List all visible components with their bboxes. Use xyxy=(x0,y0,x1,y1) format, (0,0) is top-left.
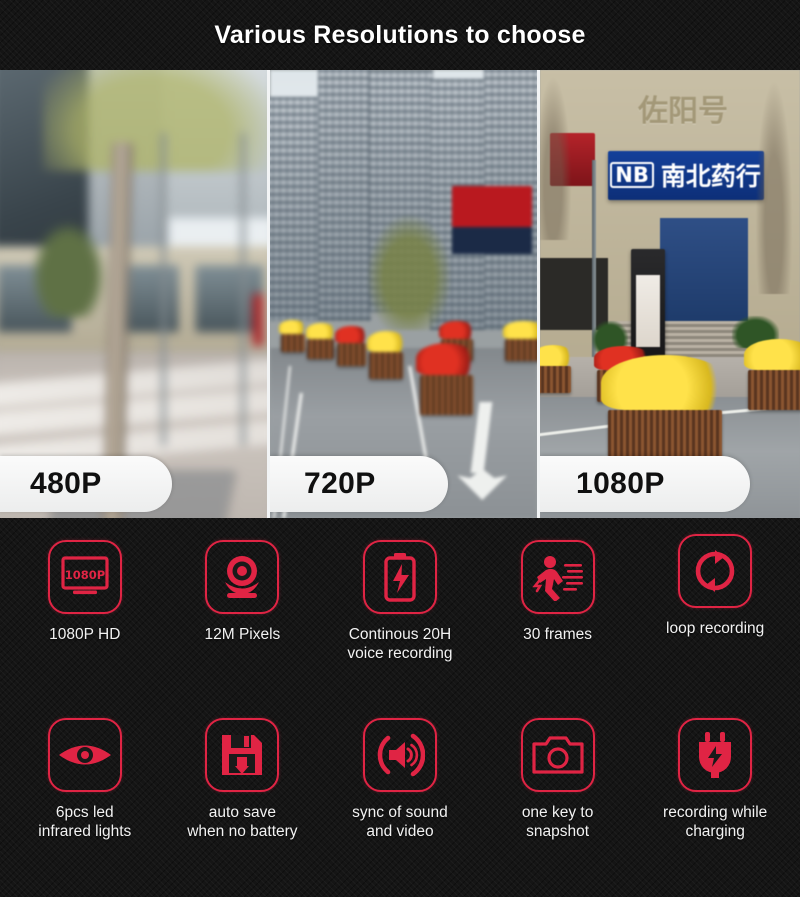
feature-grid: 1080P 1080P HD 12M Pixels Continous 20H … xyxy=(0,518,800,897)
feature-label: recording while charging xyxy=(663,803,768,840)
scene-1080p: 佐阳号 NB 南北药行 xyxy=(540,70,800,518)
feature-auto-save-no-battery: auto save when no battery xyxy=(164,712,322,892)
feature-12m-pixels: 12M Pixels xyxy=(164,534,322,712)
battery-bolt-icon xyxy=(362,540,437,614)
resolution-label-1080p: 1080P xyxy=(540,456,750,512)
shop-banner-mark: NB xyxy=(610,162,654,189)
feature-label: Continous 20H voice recording xyxy=(347,626,453,663)
feature-label: loop recording xyxy=(666,620,765,637)
page-header: Various Resolutions to choose xyxy=(0,0,800,70)
scene-720p xyxy=(270,70,537,518)
feature-row-2: 6pcs led infrared lights auto save when … xyxy=(6,712,794,892)
shop-banner-sign: NB 南北药行 xyxy=(607,150,764,200)
feature-30-frames: 30 frames xyxy=(479,534,637,712)
feature-label: 12M Pixels xyxy=(204,626,281,643)
loop-arrows-icon xyxy=(678,534,753,608)
resolution-label-720p: 720P xyxy=(270,456,448,512)
camera-icon xyxy=(520,717,595,792)
feature-sync-sound-video: sync of sound and video xyxy=(321,712,479,892)
floppy-save-icon xyxy=(205,717,280,792)
feature-label: sync of sound and video xyxy=(352,803,448,840)
feature-loop-recording: loop recording xyxy=(636,528,794,712)
product-feature-page: Various Resolutions to choose 480P 720P … xyxy=(0,0,800,897)
resolution-label-480p-text: 480P xyxy=(30,467,102,500)
feature-label: 30 frames xyxy=(523,626,593,643)
monitor-1080p-icon: 1080P xyxy=(47,540,122,614)
scene-480p xyxy=(0,70,267,518)
feature-label: one key to snapshot xyxy=(521,803,594,840)
shop-banner-text: 南北药行 xyxy=(660,162,761,192)
feature-continuous-voice-recording: Continous 20H voice recording xyxy=(321,534,479,712)
feature-one-key-snapshot: one key to snapshot xyxy=(479,712,637,892)
speaker-sound-icon xyxy=(362,717,437,792)
resolution-label-480p: 480P xyxy=(0,456,172,512)
feature-1080p-hd: 1080P 1080P HD xyxy=(6,534,164,712)
running-person-icon xyxy=(520,540,595,614)
feature-recording-while-charging: recording while charging xyxy=(636,712,794,892)
feature-led-infrared-lights: 6pcs led infrared lights xyxy=(6,712,164,892)
comparison-panel-720p: 720P xyxy=(267,70,537,518)
resolution-comparison-band: 480P 720P 佐阳号 NB 南北药行 1080P xyxy=(0,70,800,518)
comparison-panel-1080p: 佐阳号 NB 南北药行 1080P xyxy=(537,70,800,518)
building-top-sign: 佐阳号 xyxy=(637,94,728,130)
feature-row-1: 1080P 1080P HD 12M Pixels Continous 20H … xyxy=(6,532,794,712)
power-plug-bolt-icon xyxy=(678,717,753,792)
feature-label: auto save when no battery xyxy=(187,803,298,840)
webcam-icon xyxy=(205,540,280,614)
page-title: Various Resolutions to choose xyxy=(214,20,586,49)
svg-text:1080P: 1080P xyxy=(65,568,105,582)
feature-label: 1080P HD xyxy=(49,626,121,643)
resolution-label-1080p-text: 1080P xyxy=(576,467,665,500)
resolution-label-720p-text: 720P xyxy=(304,467,376,500)
comparison-panel-480p: 480P xyxy=(0,70,267,518)
eye-icon xyxy=(47,717,122,792)
feature-label: 6pcs led infrared lights xyxy=(38,803,132,840)
